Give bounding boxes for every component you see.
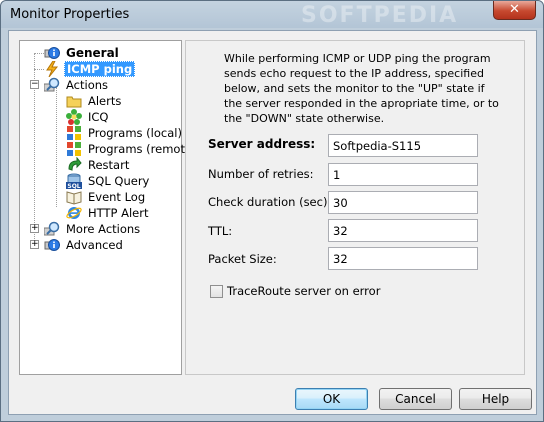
windows-icon [67,142,81,156]
windows-icon [67,126,81,140]
packet-size-label: Packet Size: [208,252,277,266]
help-button[interactable]: Help [459,388,532,410]
ok-button[interactable]: OK [295,388,368,410]
tree-item-label: Restart [88,158,130,172]
ttl-input[interactable] [328,219,478,242]
check-duration-label: Check duration (sec): [208,195,332,209]
tree-item-label: Event Log [88,190,146,204]
tree-item-label: Alerts [88,94,122,108]
sql-icon: SQL [66,173,82,189]
folder-icon [66,96,82,108]
window-title: Monitor Properties [10,7,130,22]
book-icon [66,191,82,205]
tree-item-label: General [66,46,119,60]
close-button[interactable]: ✕ [493,1,536,20]
packet-size-input[interactable] [328,247,478,270]
retries-input[interactable] [328,163,478,186]
magnifier-icon [44,77,60,92]
restart-arrow-icon [68,157,82,171]
ttl-label: TTL: [208,224,233,238]
ie-icon [66,207,82,219]
tree-item-label: Programs (remote) [88,142,197,156]
tree-item-label: More Actions [66,222,141,236]
traceroute-checkbox[interactable] [210,285,223,298]
server-address-label: Server address: [208,137,316,151]
cancel-button[interactable]: Cancel [379,388,452,410]
magnifier-icon [44,221,60,236]
lightning-icon [46,61,59,77]
tree-item-label: HTTP Alert [88,206,149,220]
traceroute-label[interactable]: TraceRoute server on error [227,284,380,298]
more-actions-expander[interactable]: + [30,224,39,233]
tree-item-label: ICQ [88,110,109,124]
tree-connector [34,69,44,70]
watermark: SOFTPEDIA [301,3,459,28]
tree-item-label: ICMP ping [64,61,136,77]
settings-tree[interactable]: − + + General ICMP ping Actions Alerts I… [19,40,197,375]
monitor-properties-window: Monitor Properties SOFTPEDIA ✕ − + + Gen… [0,0,544,422]
check-duration-input[interactable] [328,191,478,214]
dialog-client-area: − + + General ICMP ping Actions Alerts I… [8,30,537,415]
tree-item-label: Advanced [66,238,123,252]
icmp-ping-settings-panel: While performing ICMP or UDP ping the pr… [185,40,525,375]
tree-item-label: Programs (local) [88,126,182,140]
retries-label: Number of retries: [208,167,314,181]
icq-flower-icon [66,109,82,125]
tree-connector [34,53,44,54]
title-bar[interactable]: Monitor Properties SOFTPEDIA ✕ [1,1,543,28]
actions-expander[interactable]: − [30,80,39,89]
icmp-description: While performing ICMP or UDP ping the pr… [224,52,499,125]
advanced-expander[interactable]: + [30,240,39,249]
tree-item-label: SQL Query [88,174,150,188]
server-address-input[interactable] [328,134,478,157]
tree-connector [56,87,57,207]
info-icon [44,239,60,251]
info-icon [44,47,60,59]
tree-item-label: Actions [66,78,109,92]
